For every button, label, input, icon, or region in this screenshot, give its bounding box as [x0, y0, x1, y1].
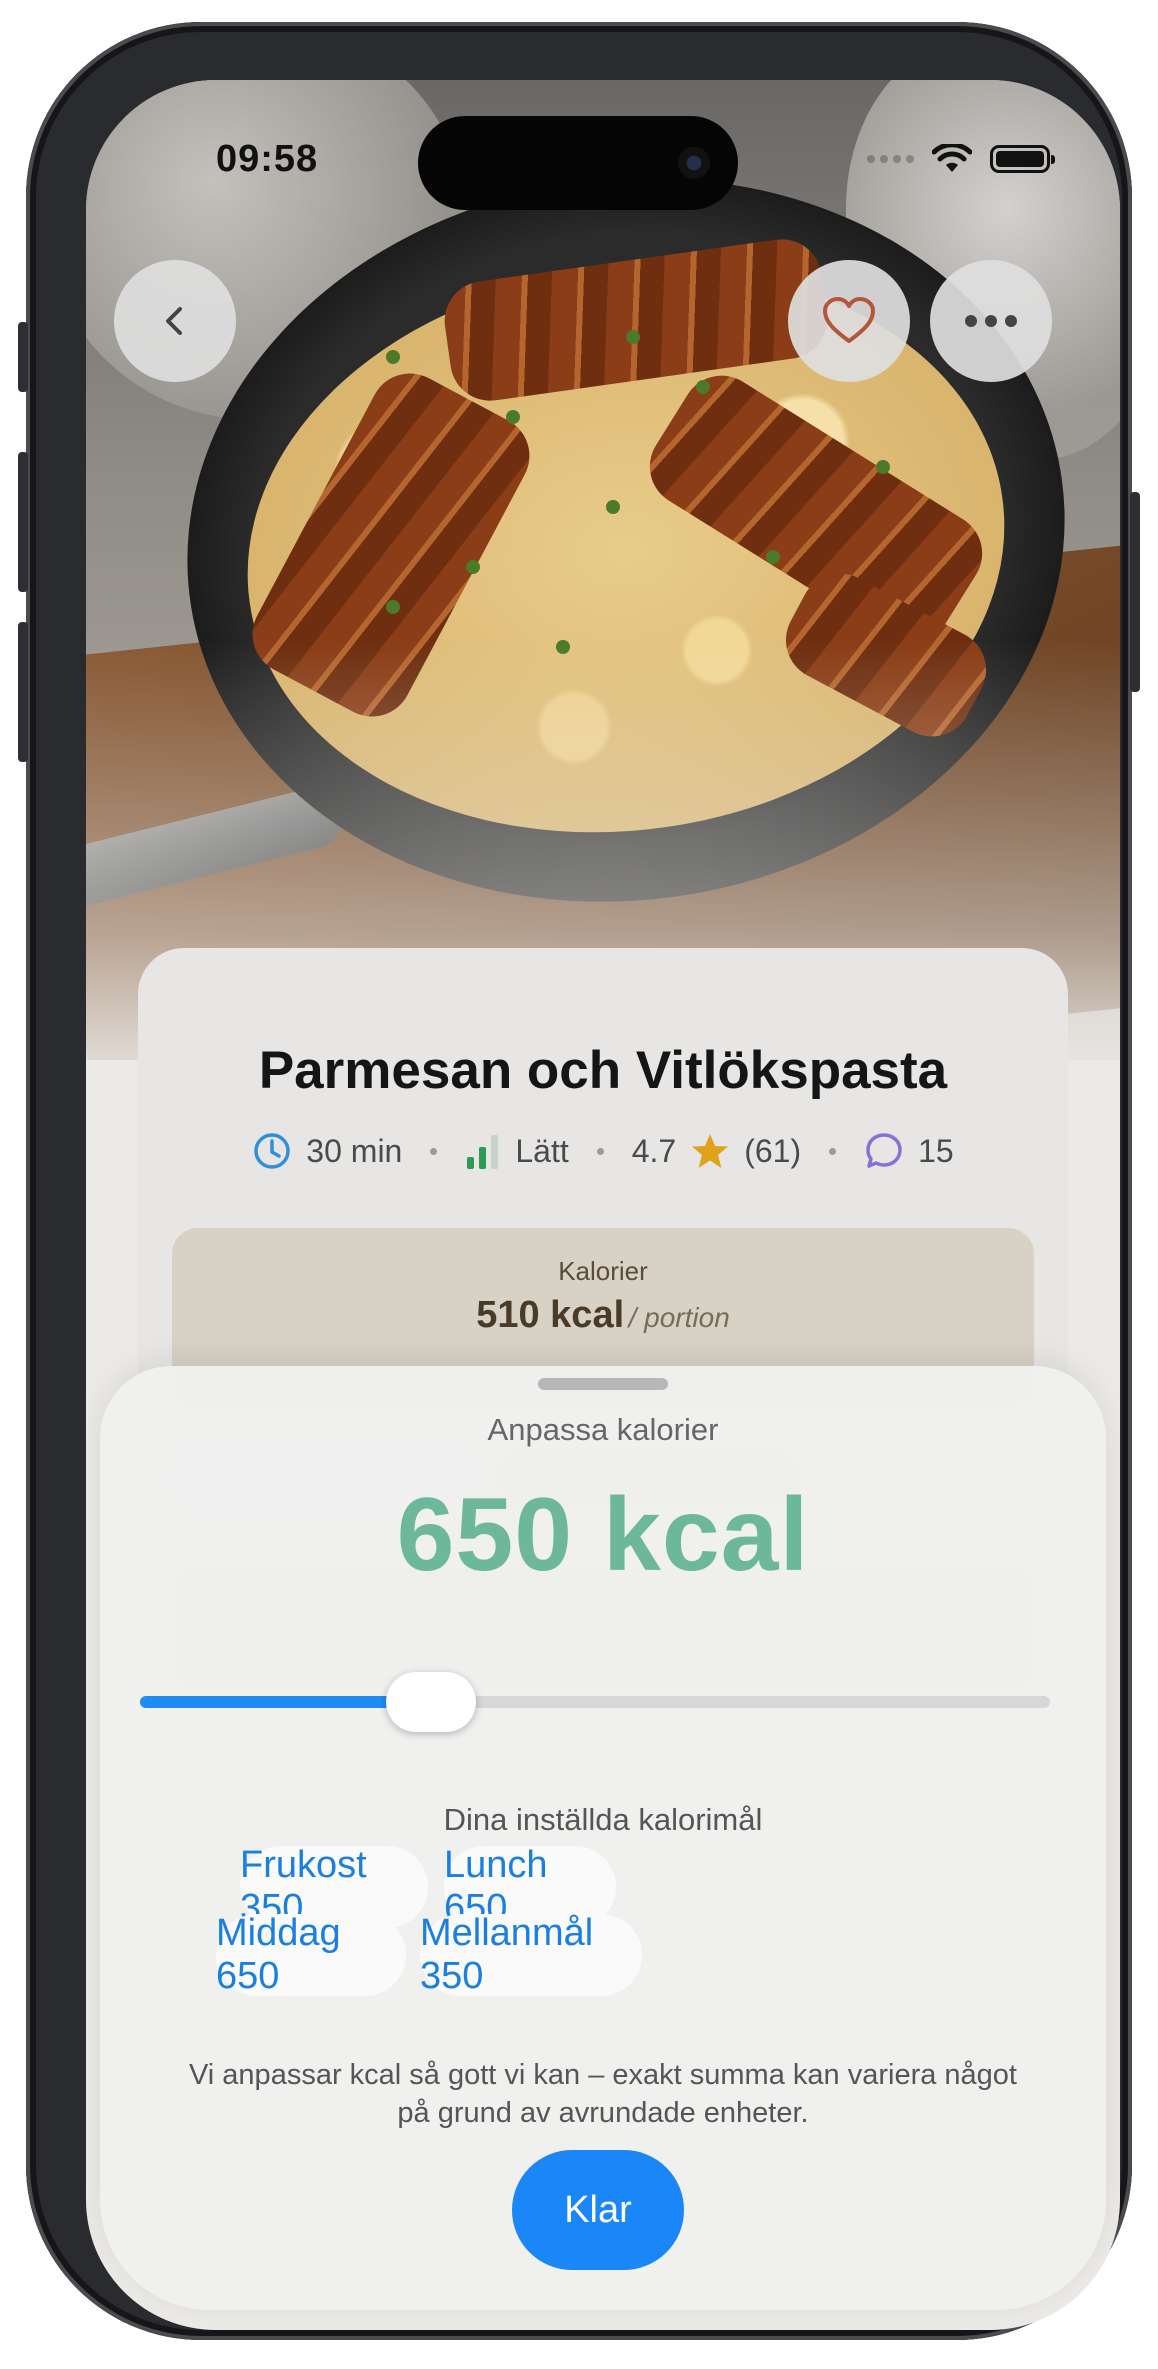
- calories-unit: / portion: [628, 1302, 730, 1333]
- rating-group[interactable]: 4.7 (61): [632, 1131, 801, 1171]
- goal-chip-snack[interactable]: Mellanmål 350: [420, 1912, 642, 1997]
- recipe-hero-image: [86, 80, 1120, 1060]
- difficulty-label: Lätt: [515, 1132, 569, 1169]
- ellipsis-icon: [965, 315, 1017, 327]
- rating-value: 4.7: [631, 1132, 677, 1169]
- comment-count: 15: [918, 1132, 954, 1169]
- selected-kcal: 650 kcal: [396, 1477, 810, 1593]
- screen: 09:58 Parmesan och Vitlökspasta 30 min L…: [86, 80, 1120, 2330]
- wifi-icon: [932, 144, 972, 172]
- status-icons: [867, 144, 1055, 174]
- sheet-grabber[interactable]: [538, 1378, 668, 1390]
- difficulty-bars-icon: [467, 1135, 499, 1169]
- calories-value: 510 kcal / portion: [172, 1294, 1034, 1337]
- recipe-meta-row: 30 min Lätt 4.7 (61) 15: [138, 1131, 1068, 1171]
- kcal-slider-thumb[interactable]: [386, 1672, 477, 1732]
- sheet-title: Anpassa kalorier: [487, 1412, 719, 1447]
- calorie-adjust-sheet: Anpassa kalorier 650 kcal Dina inställda…: [100, 1366, 1106, 2310]
- heart-icon: [823, 297, 875, 343]
- battery-icon: [990, 145, 1055, 173]
- rounding-note: Vi anpassar kcal så gott vi kan – exakt …: [188, 2059, 1017, 2129]
- star-icon: [692, 1134, 729, 1168]
- status-time: 09:58: [216, 138, 319, 180]
- dynamic-island: [418, 116, 738, 210]
- power-button: [1130, 492, 1140, 692]
- comments-group[interactable]: 15: [864, 1131, 954, 1171]
- cook-time: 30 min: [306, 1132, 403, 1169]
- done-button[interactable]: Klar: [512, 2150, 684, 2270]
- comment-icon: [866, 1133, 902, 1168]
- favorite-button[interactable]: [788, 260, 910, 382]
- goal-chip-dinner[interactable]: Middag 650: [216, 1912, 406, 1997]
- cellular-signal-icon: [867, 155, 914, 163]
- chevron-left-icon: [166, 307, 182, 335]
- calories-label: Kalorier: [558, 1256, 648, 1286]
- volume-up-button: [18, 452, 28, 592]
- phone-frame: 09:58 Parmesan och Vitlökspasta 30 min L…: [18, 22, 1140, 2340]
- calories-amount: 510 kcal: [476, 1294, 625, 1336]
- kcal-slider[interactable]: [140, 1672, 1050, 1732]
- goals-label: Dina inställda kalorimål: [443, 1802, 763, 1837]
- silent-switch: [18, 322, 28, 392]
- clock-icon: [254, 1133, 291, 1169]
- recipe-title: Parmesan och Vitlökspasta: [258, 1041, 948, 1100]
- volume-down-button: [18, 622, 28, 762]
- back-button[interactable]: [114, 260, 236, 382]
- rating-count: (61): [744, 1132, 802, 1169]
- more-button[interactable]: [930, 260, 1052, 382]
